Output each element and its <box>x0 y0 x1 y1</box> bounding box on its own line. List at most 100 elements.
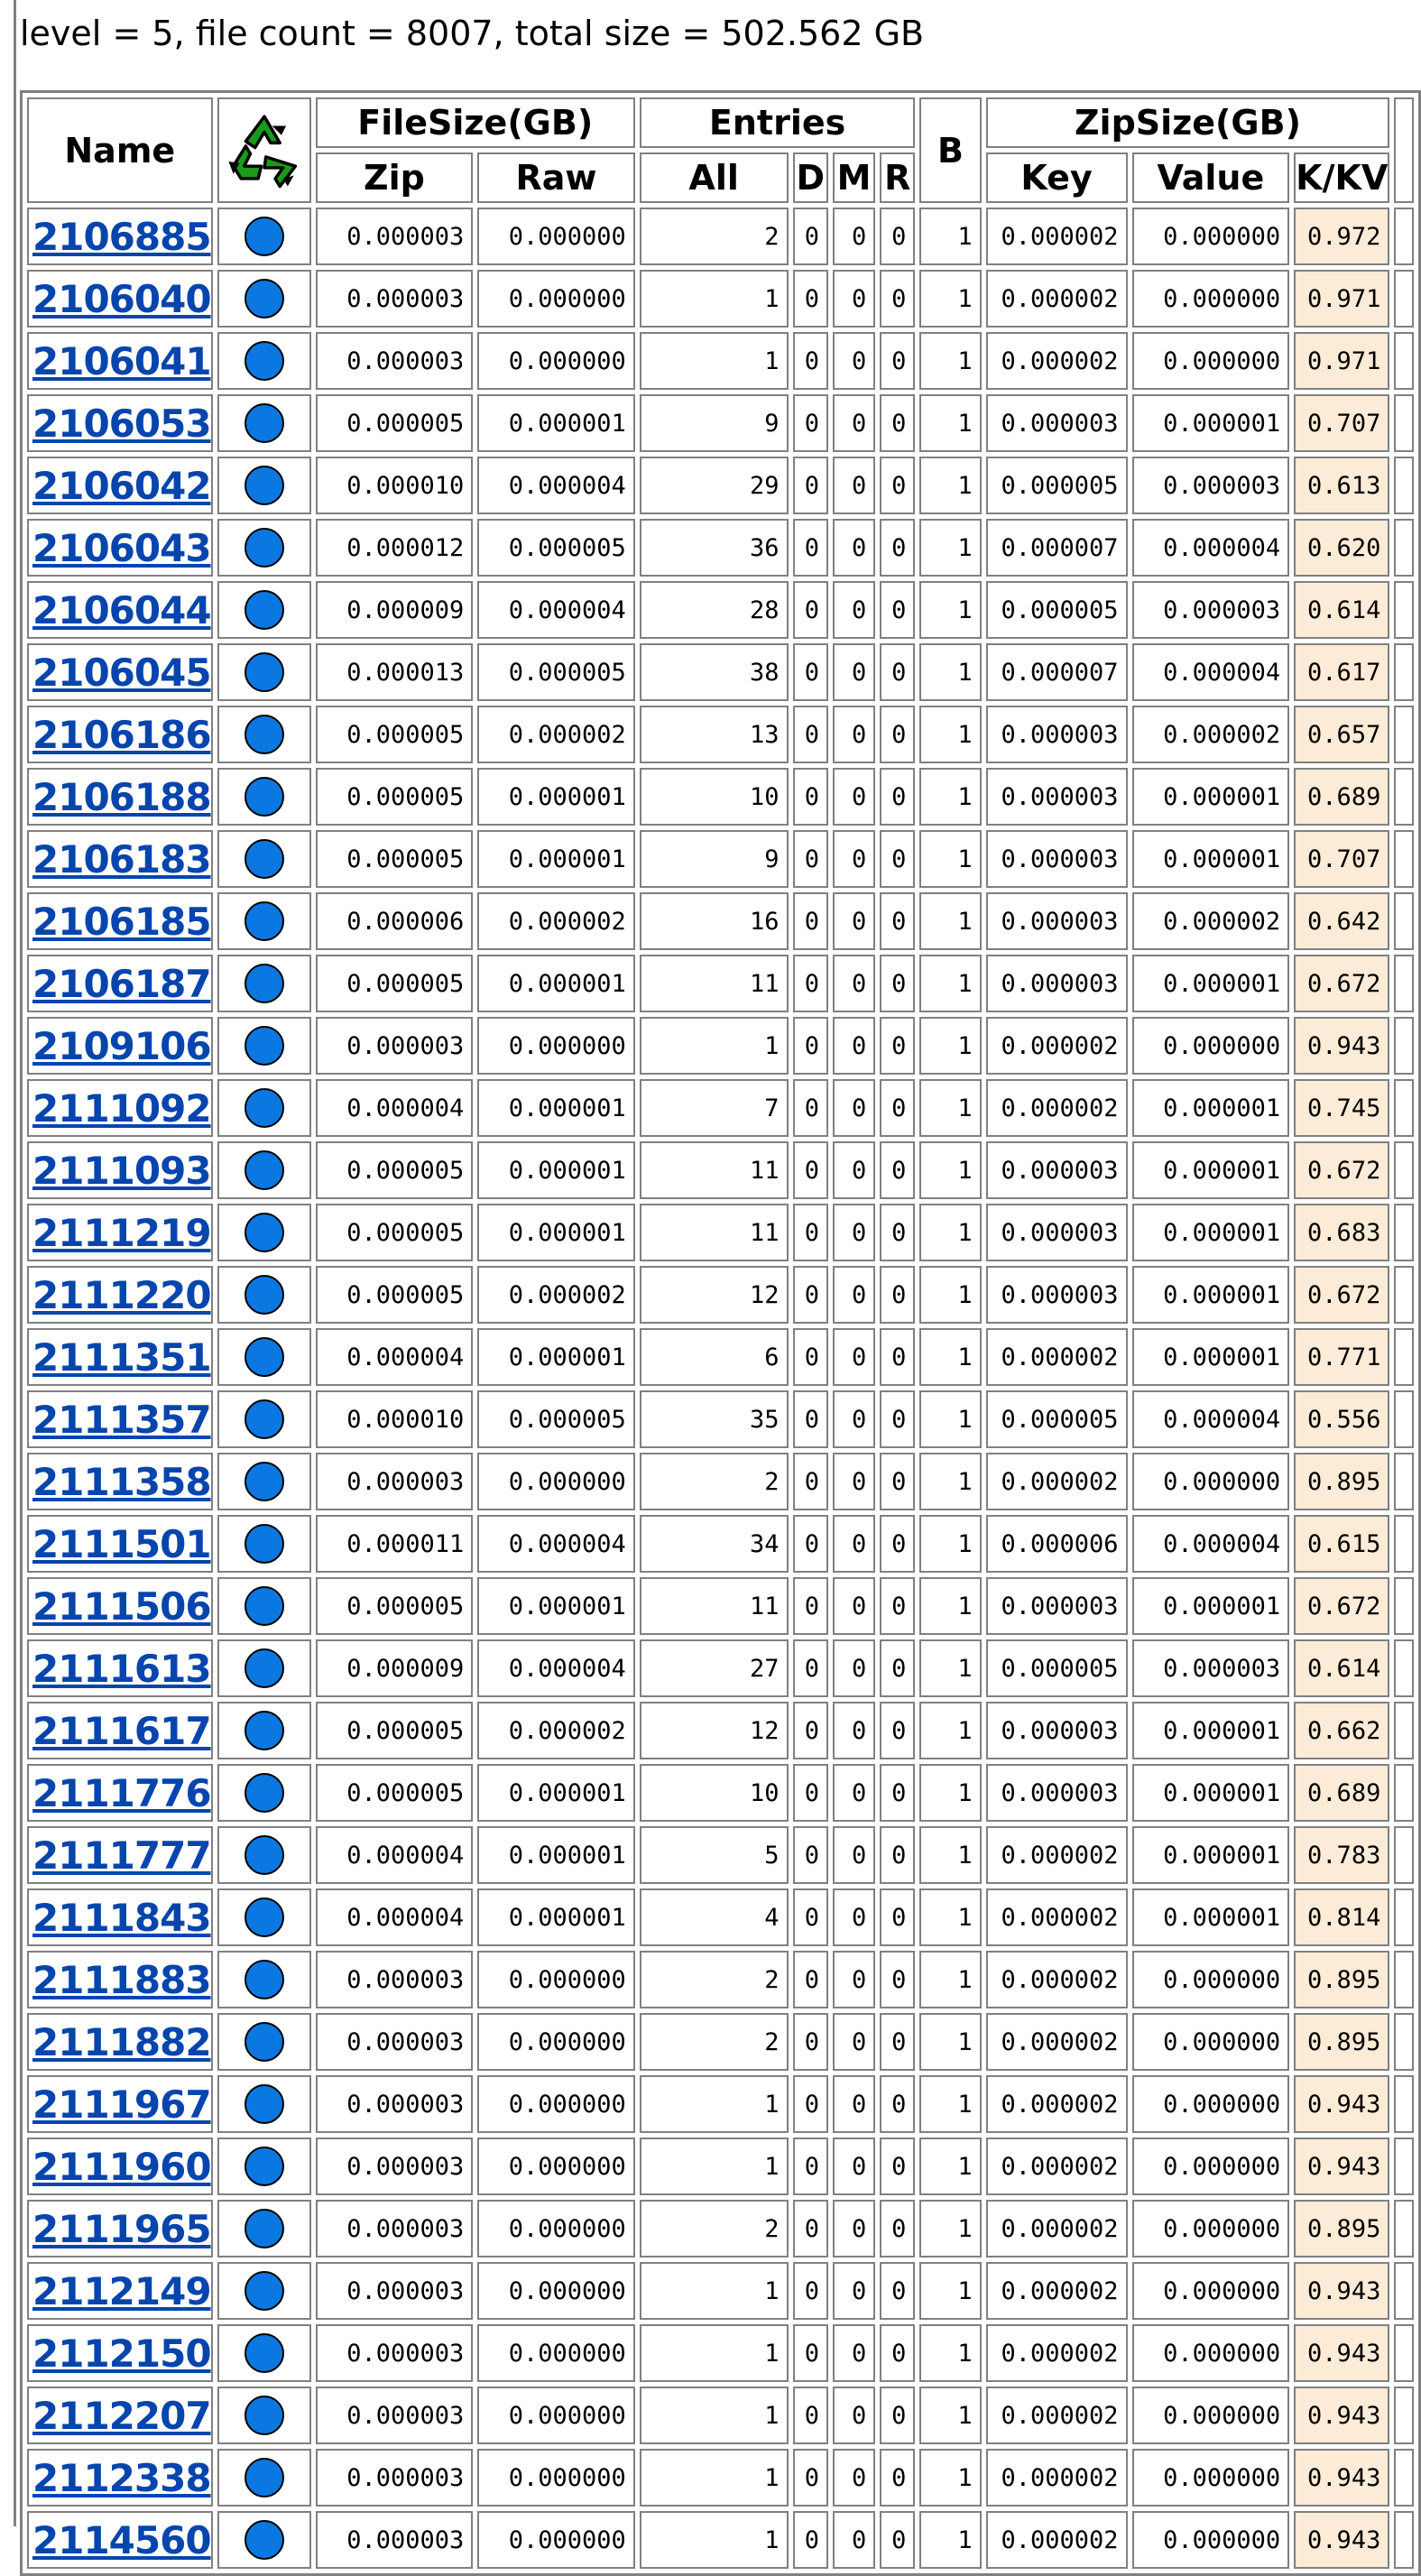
r-cell: 0 <box>880 1266 916 1324</box>
overflow-cell <box>1394 706 1414 763</box>
b-cell: 1 <box>919 1079 982 1137</box>
name-cell: 2112150 <box>27 2324 213 2382</box>
name-cell: 2111777 <box>27 1826 213 1884</box>
header-d[interactable]: D <box>792 152 828 203</box>
file-link[interactable]: 2111093 <box>32 1149 211 1193</box>
d-cell: 0 <box>792 208 828 265</box>
all-cell: 9 <box>639 830 789 888</box>
header-m[interactable]: M <box>832 152 876 203</box>
status-cell <box>217 2262 311 2320</box>
header-r[interactable]: R <box>880 152 916 203</box>
header-raw[interactable]: Raw <box>477 152 635 203</box>
file-link[interactable]: 2106042 <box>32 464 211 508</box>
zip-cell: 0.000004 <box>315 1079 474 1137</box>
value-cell: 0.000001 <box>1131 394 1290 452</box>
value-cell: 0.000000 <box>1131 1951 1290 2008</box>
file-link[interactable]: 2106040 <box>32 277 211 321</box>
file-link[interactable]: 2106186 <box>32 713 211 757</box>
file-link[interactable]: 2114560 <box>32 2518 211 2562</box>
file-link[interactable]: 2106885 <box>32 215 211 259</box>
file-link[interactable]: 2111092 <box>32 1086 211 1131</box>
file-link[interactable]: 2111776 <box>32 1771 211 1815</box>
b-cell: 1 <box>919 1826 982 1884</box>
file-link[interactable]: 2111617 <box>32 1709 211 1753</box>
m-cell: 0 <box>832 332 876 390</box>
file-link[interactable]: 2111777 <box>32 1833 211 1878</box>
file-link[interactable]: 2112150 <box>32 2331 211 2376</box>
header-value[interactable]: Value <box>1131 152 1290 203</box>
b-cell: 1 <box>919 1764 982 1822</box>
file-link[interactable]: 2106045 <box>32 651 211 695</box>
header-all[interactable]: All <box>639 152 789 203</box>
status-dot-icon <box>244 1150 284 1190</box>
name-cell: 2112338 <box>27 2449 213 2507</box>
r-cell: 0 <box>880 332 916 390</box>
m-cell: 0 <box>832 208 876 265</box>
file-link[interactable]: 2109106 <box>32 1024 211 1068</box>
header-name[interactable]: Name <box>27 97 213 203</box>
name-cell: 2112149 <box>27 2262 213 2320</box>
b-cell: 1 <box>919 1702 982 1759</box>
b-cell: 1 <box>919 1204 982 1261</box>
zip-cell: 0.000010 <box>315 457 474 514</box>
m-cell: 0 <box>832 1888 876 1946</box>
status-dot-icon <box>244 2022 284 2062</box>
file-link[interactable]: 2111965 <box>32 2207 211 2251</box>
d-cell: 0 <box>792 2137 828 2195</box>
m-cell: 0 <box>832 2013 876 2071</box>
header-kkv[interactable]: K/KV <box>1294 152 1390 203</box>
file-link[interactable]: 2111501 <box>32 1522 211 1566</box>
key-cell: 0.000007 <box>985 643 1128 701</box>
value-cell: 0.000001 <box>1131 1328 1290 1386</box>
overflow-cell <box>1394 208 1414 265</box>
all-cell: 2 <box>639 208 789 265</box>
file-link[interactable]: 2111219 <box>32 1211 211 1255</box>
file-link[interactable]: 2106188 <box>32 775 211 819</box>
name-cell: 2106053 <box>27 394 213 452</box>
file-link[interactable]: 2106053 <box>32 402 211 446</box>
file-link[interactable]: 2111613 <box>32 1647 211 1691</box>
status-cell <box>217 768 311 826</box>
file-link[interactable]: 2111220 <box>32 1273 211 1317</box>
file-link[interactable]: 2112149 <box>32 2269 211 2313</box>
r-cell: 0 <box>880 2013 916 2071</box>
file-link[interactable]: 2106041 <box>32 339 211 383</box>
file-link[interactable]: 2106183 <box>32 837 211 882</box>
status-cell <box>217 1328 311 1386</box>
m-cell: 0 <box>832 2200 876 2257</box>
file-link[interactable]: 2111960 <box>32 2145 211 2189</box>
header-key[interactable]: Key <box>985 152 1128 203</box>
m-cell: 0 <box>832 2511 876 2569</box>
zip-cell: 0.000004 <box>315 1826 474 1884</box>
file-link[interactable]: 2111883 <box>32 1958 211 2002</box>
status-dot-icon <box>244 1960 284 1999</box>
value-cell: 0.000003 <box>1131 1639 1290 1697</box>
name-cell: 2106885 <box>27 208 213 265</box>
b-cell: 1 <box>919 519 982 577</box>
table-row: 2111967 0.000003 0.000000 1 0 0 0 1 0.000002 0.00… <box>27 2075 1414 2133</box>
zip-cell: 0.000005 <box>315 955 474 1012</box>
header-b[interactable]: B <box>919 97 982 203</box>
file-link[interactable]: 2111358 <box>32 1460 211 1504</box>
file-link[interactable]: 2112207 <box>32 2394 211 2438</box>
all-cell: 10 <box>639 1764 789 1822</box>
name-cell: 2111960 <box>27 2137 213 2195</box>
r-cell: 0 <box>880 2262 916 2320</box>
file-link[interactable]: 2111506 <box>32 1584 211 1629</box>
file-link[interactable]: 2111967 <box>32 2082 211 2127</box>
header-zip[interactable]: Zip <box>315 152 474 203</box>
file-link[interactable]: 2111351 <box>32 1335 211 1380</box>
file-link[interactable]: 2106185 <box>32 900 211 944</box>
file-link[interactable]: 2112338 <box>32 2456 211 2500</box>
raw-cell: 0.000001 <box>477 768 635 826</box>
file-link[interactable]: 2106044 <box>32 588 211 632</box>
file-link[interactable]: 2111882 <box>32 2020 211 2064</box>
value-cell: 0.000001 <box>1131 1577 1290 1635</box>
file-link[interactable]: 2111357 <box>32 1398 211 1442</box>
value-cell: 0.000000 <box>1131 270 1290 328</box>
m-cell: 0 <box>832 1639 876 1697</box>
file-link[interactable]: 2106043 <box>32 526 211 570</box>
file-link[interactable]: 2111843 <box>32 1896 211 1940</box>
value-cell: 0.000001 <box>1131 1764 1290 1822</box>
file-link[interactable]: 2106187 <box>32 962 211 1006</box>
